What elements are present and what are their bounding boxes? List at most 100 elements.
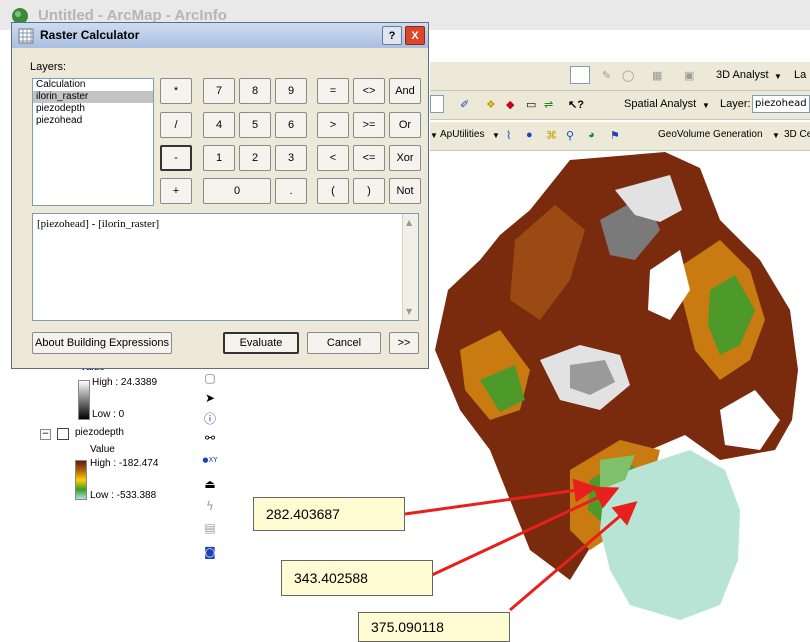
binoculars-icon[interactable]: ⚯ xyxy=(201,430,219,446)
key-7[interactable]: 7 xyxy=(203,78,235,104)
expand-button[interactable]: >> xyxy=(389,332,419,354)
layer-item-selected[interactable]: ilorin_raster xyxy=(33,91,153,103)
chevron-down-icon: ▼ xyxy=(774,72,782,81)
map-canvas[interactable] xyxy=(420,150,810,641)
expression-text: [piezohead] - [ilorin_raster] xyxy=(37,218,160,230)
callout-value-3: 375.090118 xyxy=(358,612,510,642)
callout-value-2: 343.402588 xyxy=(281,560,433,596)
xy-goto-icon[interactable]: ●XY xyxy=(201,452,219,468)
key-multiply[interactable]: * xyxy=(160,78,192,104)
toolbar-row-2: ✐ ❖ ◆ ▭ ⇌ ↖? Spatial Analyst ▼ Layer: pi… xyxy=(430,91,810,120)
graph-tool-icon[interactable]: ⚲ xyxy=(566,129,574,142)
key-1[interactable]: 1 xyxy=(203,145,235,171)
scroll-up-icon[interactable]: ▲ xyxy=(406,218,412,227)
toolbar-row-3: ▼ ApUtilities ▼ ⌇ ● ⌘ ⚲ ◕ ⚑ GeoVolume Ge… xyxy=(430,122,810,151)
layer-label: Layer: xyxy=(720,98,751,110)
measure-icon[interactable]: ⏏ xyxy=(201,476,219,492)
key-4[interactable]: 4 xyxy=(203,112,235,138)
key-9[interactable]: 9 xyxy=(275,78,307,104)
toolbar-dropdown-2[interactable] xyxy=(430,95,444,113)
point-tool-icon[interactable]: ● xyxy=(526,129,533,141)
layer-visibility-checkbox[interactable] xyxy=(57,428,69,440)
key-2[interactable]: 2 xyxy=(239,145,271,171)
window-icon[interactable]: ▭ xyxy=(526,98,536,111)
layers-label: Layers: xyxy=(30,61,67,73)
edit-tool-icon[interactable]: ✐ xyxy=(460,98,469,111)
key-0[interactable]: 0 xyxy=(203,178,271,204)
info-icon[interactable]: ⓘ xyxy=(201,410,219,426)
key-decimal[interactable]: . xyxy=(275,178,307,204)
model-icon[interactable]: ⇌ xyxy=(544,98,553,111)
toolbar-row-1: ✎ ◯ ▦ ▣ 3D Analyst ▼ La xyxy=(430,62,810,91)
raster-calculator-dialog: Raster Calculator ? X Layers: Calculatio… xyxy=(11,22,429,369)
key-less-equal[interactable]: <= xyxy=(353,145,385,171)
dialog-title-bar[interactable]: Raster Calculator ? X xyxy=(12,23,428,48)
image-tool-icon[interactable]: ▣ xyxy=(684,69,694,82)
key-less[interactable]: < xyxy=(317,145,349,171)
time-slider-icon[interactable]: ◙ xyxy=(201,544,219,560)
select-arrow-icon[interactable]: ➤ xyxy=(201,390,219,406)
key-xor[interactable]: Xor xyxy=(389,145,421,171)
globe-tool-icon[interactable]: ◕ xyxy=(588,129,595,141)
aputilities-menu[interactable]: ApUtilities xyxy=(440,129,484,140)
hyperlink-icon[interactable]: ▤ xyxy=(201,520,219,536)
key-3[interactable]: 3 xyxy=(275,145,307,171)
about-building-expressions-button[interactable]: About Building Expressions xyxy=(32,332,172,354)
layer-item[interactable]: piezodepth xyxy=(33,103,153,115)
key-close-paren[interactable]: ) xyxy=(353,178,385,204)
network-tool-icon[interactable]: ⌘ xyxy=(546,129,557,142)
grid-tool-icon[interactable]: ▦ xyxy=(652,69,662,82)
key-or[interactable]: Or xyxy=(389,112,421,138)
key-greater-equal[interactable]: >= xyxy=(353,112,385,138)
cell-truncated-label: 3D Ce xyxy=(784,129,810,140)
layer-item[interactable]: piezohead xyxy=(33,115,153,127)
collapse-toggle-icon[interactable]: − xyxy=(40,429,51,440)
chevron-down-icon: ▼ xyxy=(492,131,500,140)
analyst3d-menu[interactable]: 3D Analyst xyxy=(716,69,769,81)
key-plus[interactable]: + xyxy=(160,178,192,204)
layer-item[interactable]: Calculation xyxy=(33,79,153,91)
circle-tool-icon[interactable]: ◯ xyxy=(622,69,634,82)
pencil-icon[interactable]: ✎ xyxy=(602,69,611,82)
piezodepth-layer-name[interactable]: piezodepth xyxy=(75,427,124,438)
key-5[interactable]: 5 xyxy=(239,112,271,138)
close-button[interactable]: X xyxy=(405,26,425,45)
identify-tool-icon[interactable]: ❖ xyxy=(486,98,496,111)
cancel-button[interactable]: Cancel xyxy=(307,332,381,354)
raster-high-label: High : 24.3389 xyxy=(92,377,158,388)
chevron-down-icon: ▼ xyxy=(430,131,438,140)
piezodepth-high-label: High : -182.474 xyxy=(90,458,159,469)
piezodepth-low-label: Low : -533.388 xyxy=(90,490,157,501)
expression-scrollbar[interactable]: ▲ ▼ xyxy=(402,214,418,320)
help-button[interactable]: ? xyxy=(382,26,402,45)
key-divide[interactable]: / xyxy=(160,112,192,138)
callout-value-1: 282.403687 xyxy=(253,497,405,531)
whats-this-icon[interactable]: ↖? xyxy=(568,98,584,111)
geovolume-menu[interactable]: GeoVolume Generation xyxy=(658,129,763,140)
scroll-down-icon[interactable]: ▼ xyxy=(406,307,412,316)
expression-textarea[interactable]: [piezohead] - [ilorin_raster] ▲ ▼ xyxy=(32,213,419,321)
evaluate-button[interactable]: Evaluate xyxy=(223,332,299,354)
spatial-analyst-menu[interactable]: Spatial Analyst xyxy=(624,98,696,110)
piezodepth-value-label: Value xyxy=(90,444,115,455)
layers-list[interactable]: Calculation ilorin_raster piezodepth pie… xyxy=(32,78,154,206)
chevron-down-icon: ▼ xyxy=(772,131,780,140)
lightning-icon[interactable]: ϟ xyxy=(201,498,219,514)
piezodepth-ramp-swatch xyxy=(75,460,87,500)
key-minus[interactable]: - xyxy=(160,145,192,171)
layer-select[interactable]: piezohead xyxy=(752,95,810,113)
key-open-paren[interactable]: ( xyxy=(317,178,349,204)
toolbox-icon[interactable]: ◆ xyxy=(506,98,514,111)
toolbar-truncated-label: La xyxy=(794,69,807,81)
key-not[interactable]: Not xyxy=(389,178,421,204)
toolbar-dropdown[interactable] xyxy=(570,66,590,84)
flag-tool-icon[interactable]: ⚑ xyxy=(610,129,620,142)
key-6[interactable]: 6 xyxy=(275,112,307,138)
key-greater[interactable]: > xyxy=(317,112,349,138)
analysis-tool-icon[interactable]: ⌇ xyxy=(506,129,511,142)
key-8[interactable]: 8 xyxy=(239,78,271,104)
key-equals[interactable]: = xyxy=(317,78,349,104)
key-and[interactable]: And xyxy=(389,78,421,104)
pan-tool-icon[interactable]: ▢ xyxy=(201,370,219,386)
key-not-equal[interactable]: <> xyxy=(353,78,385,104)
